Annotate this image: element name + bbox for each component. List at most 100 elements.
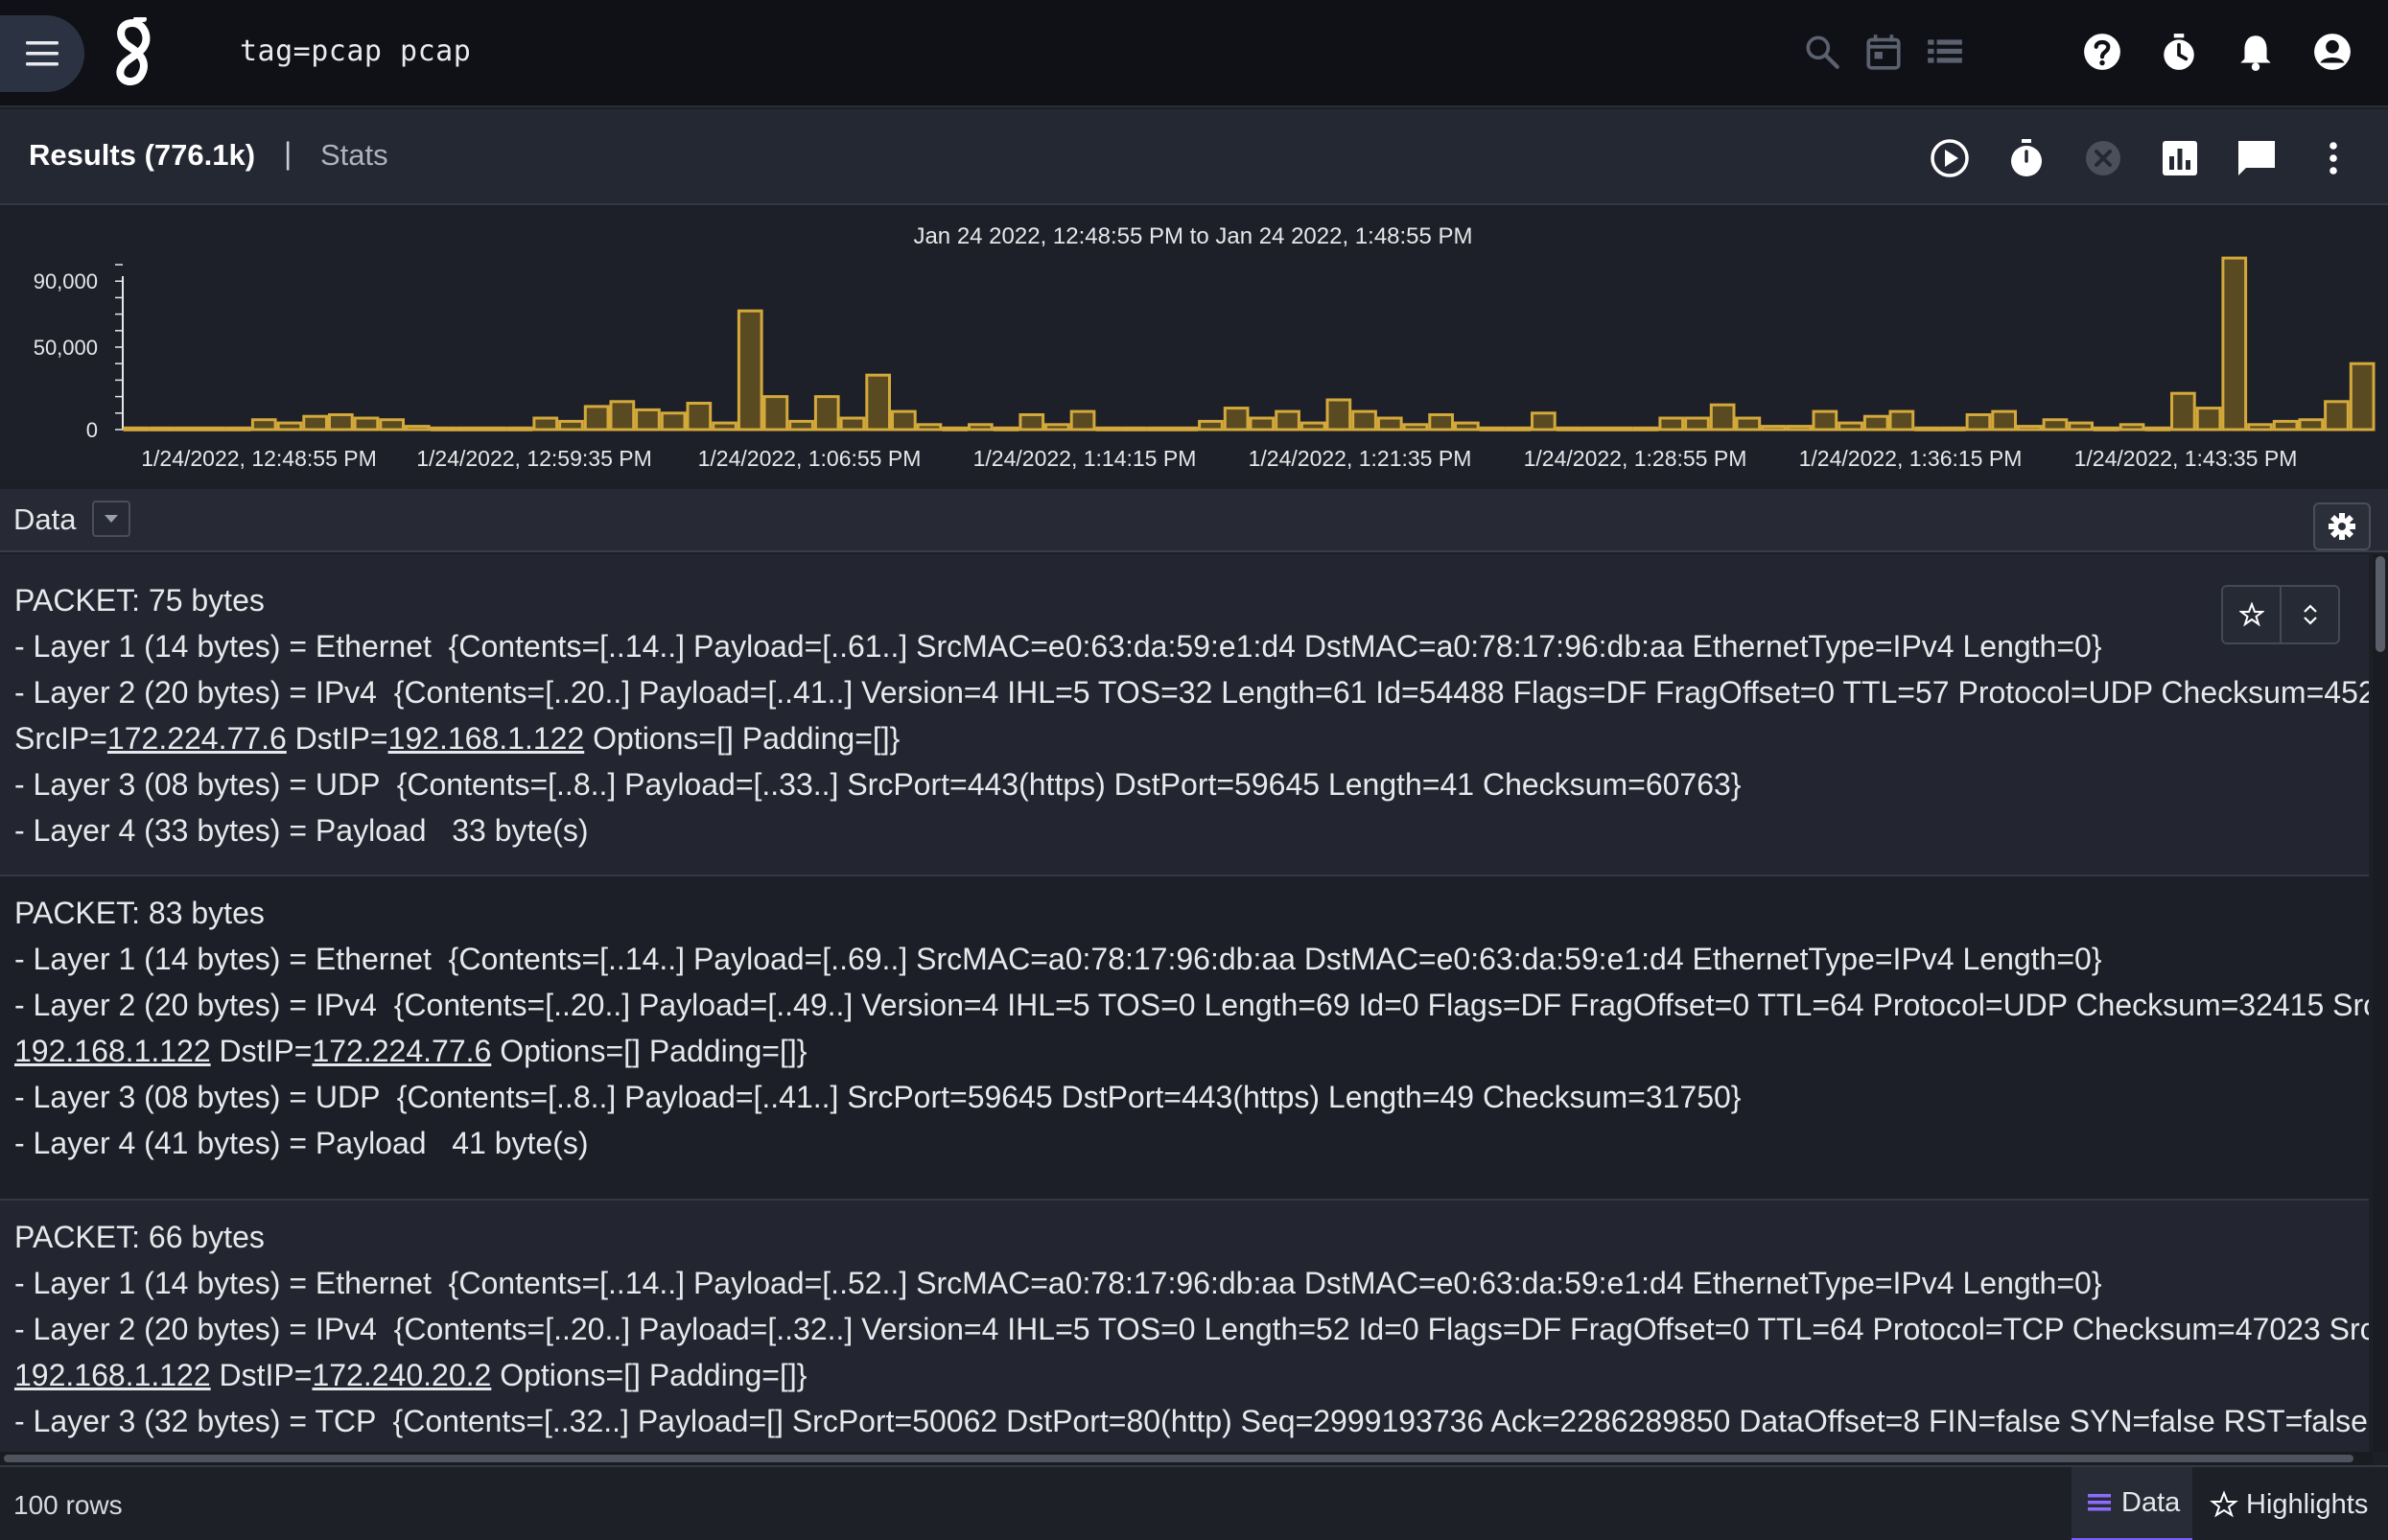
search-button[interactable] (1799, 29, 1845, 75)
src-ip-link[interactable]: 192.168.1.122 (14, 1358, 211, 1392)
src-ip-link[interactable]: 172.224.77.6 (107, 721, 287, 756)
x-tick-label: 1/24/2022, 1:06:55 PM (698, 446, 922, 471)
histogram-bar[interactable] (2042, 418, 2069, 432)
histogram-bar[interactable] (635, 408, 661, 432)
vertical-scroll-thumb[interactable] (2376, 556, 2385, 652)
histogram-bar[interactable] (1658, 416, 1685, 432)
dst-ip-link[interactable]: 192.168.1.122 (388, 721, 585, 756)
x-tick-label: 1/24/2022, 12:59:35 PM (416, 446, 652, 471)
field-label: DstIP= (210, 1358, 313, 1392)
histogram-bar[interactable] (762, 395, 789, 432)
vertical-scrollbar[interactable] (2373, 554, 2388, 1452)
histogram-bar[interactable] (712, 421, 737, 432)
tab-stats[interactable]: Stats (320, 138, 388, 173)
highlight-button[interactable] (2223, 587, 2282, 642)
histogram-bar[interactable] (2221, 256, 2248, 432)
packet-layer-line: - Layer 1 (14 bytes) = Ethernet {Content… (14, 629, 2102, 664)
run-query-button[interactable] (1928, 136, 1972, 180)
histogram-bar[interactable] (788, 419, 814, 432)
histogram-bar[interactable] (609, 400, 636, 432)
account-icon (2314, 34, 2351, 70)
histogram-bar[interactable] (813, 395, 840, 432)
packet-list[interactable]: PACKET: 75 bytes - Layer 1 (14 bytes) = … (0, 554, 2369, 1452)
comment-button[interactable] (2235, 136, 2279, 180)
histogram-bar[interactable] (1249, 416, 1276, 432)
histogram-bar[interactable] (1684, 416, 1710, 432)
src-ip-link[interactable]: 192.168.1.122 (14, 1034, 211, 1068)
packet-entry[interactable]: PACKET: 75 bytes - Layer 1 (14 bytes) = … (0, 554, 2369, 876)
timer-button[interactable] (2156, 29, 2202, 75)
histogram-bar[interactable] (2298, 418, 2325, 432)
dst-ip-link[interactable]: 172.224.77.6 (312, 1034, 491, 1068)
histogram-bar[interactable] (276, 421, 303, 432)
cancel-query-button[interactable] (2081, 136, 2125, 180)
histogram-bar[interactable] (1428, 413, 1455, 432)
histogram-bar[interactable] (1812, 409, 1838, 432)
gravwell-logo[interactable] (109, 17, 155, 90)
packet-entry[interactable]: PACKET: 83 bytes - Layer 1 (14 bytes) = … (0, 876, 2369, 1201)
histogram-bar[interactable] (2324, 400, 2350, 432)
histogram-bar[interactable] (2068, 421, 2095, 432)
histogram-bar[interactable] (353, 416, 380, 432)
histogram-bar[interactable] (1198, 419, 1224, 432)
footer-tab-data[interactable]: Data (2072, 1467, 2192, 1540)
histogram-bar[interactable] (1965, 413, 1992, 432)
settings-button[interactable] (2313, 502, 2371, 550)
histogram-bar[interactable] (532, 416, 559, 432)
tab-results[interactable]: Results (776.1k) (29, 138, 255, 173)
help-button[interactable] (2079, 29, 2125, 75)
histogram-bar[interactable] (302, 414, 328, 432)
expand-button[interactable] (2282, 587, 2338, 642)
packet-header: PACKET: 66 bytes (14, 1220, 265, 1254)
renderer-dropdown[interactable] (92, 501, 130, 537)
histogram-bar[interactable] (379, 418, 405, 432)
tab-separator: | (284, 136, 293, 171)
calendar-button[interactable] (1861, 29, 1907, 75)
histogram-bar[interactable] (1454, 421, 1480, 432)
account-button[interactable] (2309, 29, 2355, 75)
histogram-bar[interactable] (1709, 403, 1736, 432)
histogram-bar[interactable] (1888, 409, 1915, 432)
histogram-chart[interactable]: Jan 24 2022, 12:48:55 PM to Jan 24 2022,… (0, 207, 2388, 479)
schedule-button[interactable] (2004, 136, 2049, 180)
chart-button[interactable] (2158, 136, 2202, 180)
menu-button[interactable] (0, 15, 84, 92)
histogram-bar[interactable] (686, 402, 713, 432)
more-options-button[interactable] (2311, 136, 2355, 180)
histogram-bar[interactable] (2349, 362, 2376, 432)
horizontal-scroll-thumb[interactable] (4, 1455, 2353, 1462)
histogram-bar[interactable] (839, 416, 866, 432)
search-query-input[interactable]: tag=pcap pcap (240, 35, 471, 68)
histogram-bar[interactable] (1862, 414, 1889, 432)
list-icon (1928, 39, 1962, 63)
histogram-bar[interactable] (250, 418, 277, 432)
histogram-bar[interactable] (737, 309, 763, 432)
histogram-bar[interactable] (583, 405, 610, 432)
histogram-bar[interactable] (558, 419, 584, 432)
histogram-bar[interactable] (1275, 409, 1300, 432)
list-button[interactable] (1922, 29, 1968, 75)
dst-ip-link[interactable]: 172.240.20.2 (312, 1358, 491, 1392)
histogram-bar[interactable] (2272, 419, 2299, 432)
notifications-button[interactable] (2233, 29, 2279, 75)
histogram-bar[interactable] (1531, 411, 1557, 432)
histogram-bar[interactable] (1018, 413, 1045, 432)
histogram-bar[interactable] (1299, 421, 1326, 432)
histogram-bar[interactable] (1069, 409, 1096, 432)
histogram-bar[interactable] (328, 413, 354, 432)
histogram-bar[interactable] (891, 409, 917, 432)
histogram-bar[interactable] (1376, 416, 1403, 432)
histogram-bar[interactable] (1735, 416, 1762, 432)
histogram-bar[interactable] (1838, 421, 1863, 432)
histogram-bar[interactable] (2195, 407, 2222, 432)
histogram-bar[interactable] (660, 411, 687, 432)
histogram-bar[interactable] (865, 373, 891, 432)
histogram-bar[interactable] (1351, 409, 1377, 432)
histogram-bar[interactable] (2170, 391, 2196, 432)
histogram-bar[interactable] (1325, 398, 1352, 432)
histogram-bar[interactable] (1223, 407, 1250, 432)
packet-entry[interactable]: PACKET: 66 bytes - Layer 1 (14 bytes) = … (0, 1201, 2369, 1452)
histogram-bar[interactable] (1991, 409, 2018, 432)
footer-tab-highlights[interactable]: Highlights (2206, 1467, 2384, 1540)
horizontal-scrollbar[interactable] (0, 1452, 2373, 1465)
